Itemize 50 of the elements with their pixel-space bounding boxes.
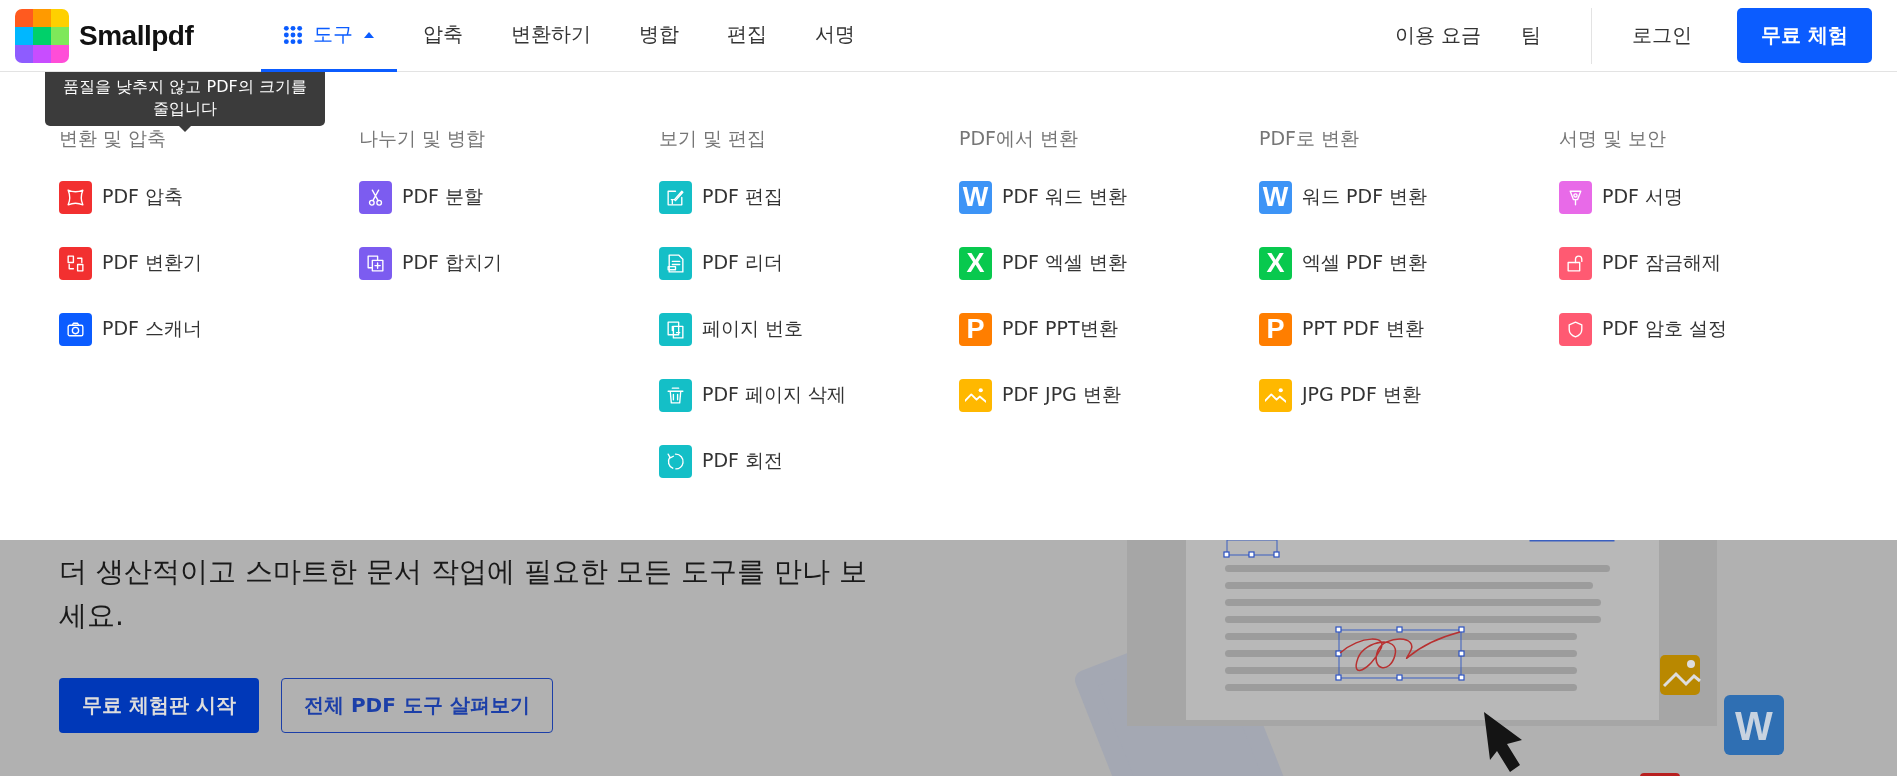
tool-icon: P bbox=[959, 312, 992, 346]
tool-link[interactable]: X 엑셀 PDF 변환 bbox=[1259, 246, 1428, 280]
tool-link[interactable]: PDF 편집 bbox=[659, 180, 784, 214]
free-trial-button[interactable]: 무료 체험 bbox=[1737, 8, 1872, 63]
hero-text: 더 생산적이고 스마트한 문서 작업에 필요한 모든 도구를 만나 보세요. bbox=[59, 554, 869, 634]
tool-link[interactable]: PDF 합치기 bbox=[359, 246, 503, 280]
brand-name[interactable]: Smallpdf bbox=[79, 19, 194, 52]
nav-tab[interactable]: 편집 bbox=[705, 0, 790, 72]
tool-link[interactable]: JPG PDF 변환 bbox=[1259, 378, 1421, 412]
category-heading: 변환 및 압축 bbox=[59, 126, 167, 151]
logo-icon[interactable] bbox=[15, 8, 69, 63]
tool-link[interactable]: PDF JPG 변환 bbox=[959, 378, 1121, 412]
tool-link[interactable]: PDF 리더 bbox=[659, 246, 784, 280]
tool-link[interactable]: W 워드 PDF 변환 bbox=[1259, 180, 1428, 214]
tool-icon: W bbox=[959, 180, 992, 214]
nav-tab[interactable]: 변환하기 bbox=[489, 0, 614, 72]
tool-link[interactable]: PDF 잠금해제 bbox=[1559, 246, 1722, 280]
category-heading: 서명 및 보안 bbox=[1559, 126, 1667, 151]
tool-link[interactable]: X PDF 엑셀 변환 bbox=[959, 246, 1128, 280]
tool-link[interactable]: P PPT PDF 변환 bbox=[1259, 312, 1424, 346]
tool-link[interactable]: 페이지 번호 bbox=[659, 312, 804, 346]
tool-link[interactable]: PDF 암호 설정 bbox=[1559, 312, 1728, 346]
category-heading: 나누기 및 병합 bbox=[359, 126, 486, 151]
nav-tab[interactable]: 압축 bbox=[401, 0, 486, 72]
category-heading: 보기 및 편집 bbox=[659, 126, 767, 151]
tool-link[interactable]: PDF 회전 bbox=[659, 444, 784, 478]
tool-link[interactable]: W PDF 워드 변환 bbox=[959, 180, 1128, 214]
start-trial-button[interactable]: 무료 체험판 시작 bbox=[59, 678, 259, 733]
tool-link[interactable]: PDF 압축 bbox=[59, 180, 184, 214]
nav-tab[interactable]: 병합 bbox=[617, 0, 702, 72]
browse-tools-button[interactable]: 전체 PDF 도구 살펴보기 bbox=[280, 678, 553, 733]
tool-link[interactable]: PDF 서명 bbox=[1559, 180, 1684, 214]
grid-icon bbox=[283, 24, 304, 45]
tool-link[interactable]: PDF 스캐너 bbox=[59, 312, 203, 346]
login-link[interactable]: 로그인 bbox=[1612, 22, 1713, 49]
tool-icon: W bbox=[1259, 180, 1292, 214]
tool-icon: X bbox=[959, 246, 992, 280]
category-heading: PDF로 변환 bbox=[1259, 126, 1360, 151]
tool-link[interactable]: P PDF PPT변환 bbox=[959, 312, 1118, 346]
tool-link[interactable]: PDF 페이지 삭제 bbox=[659, 378, 847, 412]
tool-link[interactable]: PDF 분할 bbox=[359, 180, 484, 214]
nav-link[interactable]: 팀 bbox=[1501, 22, 1562, 49]
nav-tab[interactable]: 서명 bbox=[793, 0, 878, 72]
tooltip: 품질을 낮추지 않고 PDF의 크기를 줄입니다 bbox=[45, 72, 325, 126]
tool-icon: X bbox=[1259, 246, 1292, 280]
tooltip-arrow-icon bbox=[179, 126, 191, 132]
tool-link[interactable]: PDF 변환기 bbox=[59, 246, 203, 280]
tool-icon: P bbox=[1259, 312, 1292, 346]
category-heading: PDF에서 변환 bbox=[959, 126, 1079, 151]
nav-link[interactable]: 이용 요금 bbox=[1374, 22, 1502, 49]
